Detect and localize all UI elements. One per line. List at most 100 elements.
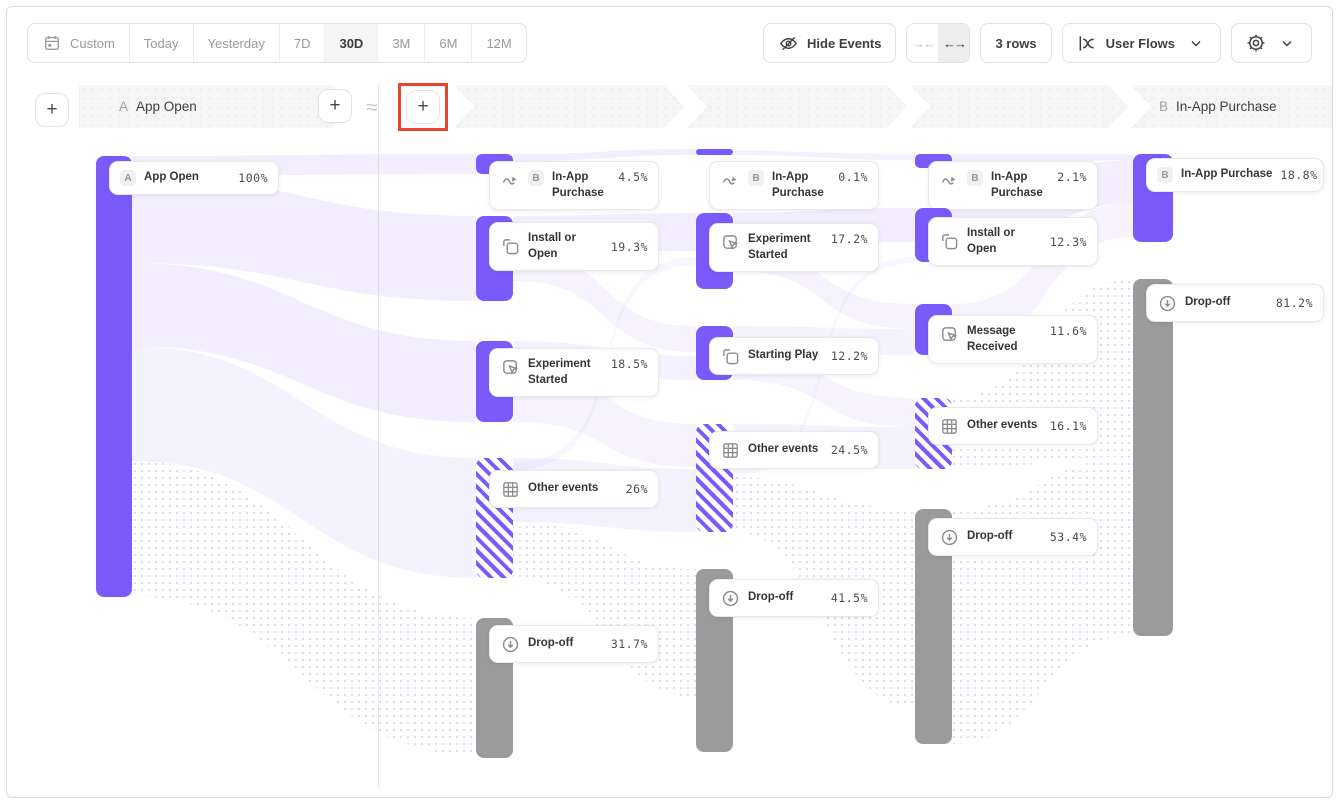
node-label: In-App Purchase	[1181, 167, 1272, 183]
node-percent: 100%	[238, 171, 268, 185]
node-bar	[1133, 279, 1173, 636]
flow-node-drop-off[interactable]: Drop-off 41.5%	[696, 569, 896, 752]
node-percent: 26%	[626, 482, 648, 496]
flow-node-in-app-purchase-final[interactable]: B In-App Purchase 18.8%	[1133, 154, 1333, 242]
date-tab-30d[interactable]: 30D	[324, 24, 377, 62]
flow-node-drop-off[interactable]: Drop-off 53.4%	[915, 509, 1115, 744]
node-label: Starting Play	[748, 348, 823, 364]
flow-node-in-app-purchase[interactable]: B In-App Purchase 0.1%	[696, 149, 896, 214]
trend-arrow-icon	[939, 170, 959, 190]
view-selector-label: User Flows	[1106, 36, 1175, 51]
trend-arrow-icon	[500, 170, 520, 190]
flow-node-drop-off-final[interactable]: Drop-off 81.2%	[1133, 279, 1333, 636]
rows-button[interactable]: 3 rows	[980, 23, 1051, 63]
node-percent: 18.5%	[611, 357, 648, 371]
add-step-after-a-button[interactable]: +	[318, 89, 352, 123]
node-percent: 41.5%	[831, 591, 868, 605]
add-step-before-button[interactable]: +	[35, 93, 69, 127]
node-percent: 17.2%	[831, 232, 868, 246]
node-label: Drop-off	[967, 529, 1042, 545]
node-bar	[96, 156, 132, 597]
flow-node-other-events[interactable]: Other events 26%	[476, 458, 676, 578]
toolbar: Custom Today Yesterday 7D 30D 3M 6M 12M …	[27, 24, 1312, 62]
node-card: Other events 16.1%	[928, 407, 1098, 445]
section-divider	[378, 85, 379, 787]
node-card: Drop-off 53.4%	[928, 518, 1098, 556]
step-band-in-app-purchase[interactable]: B In-App Purchase	[1131, 85, 1333, 128]
step-letter-badge: B	[1157, 167, 1173, 183]
date-tab-yesterday[interactable]: Yesterday	[193, 24, 279, 62]
settings-button[interactable]	[1231, 23, 1312, 63]
date-tab-6m[interactable]: 6M	[424, 24, 471, 62]
node-card: Message Received 11.6%	[928, 315, 1098, 364]
default-event-icon	[500, 237, 520, 257]
node-label: In-App Purchase	[772, 170, 830, 201]
node-card: Install or Open 19.3%	[489, 222, 659, 271]
date-tab-7d[interactable]: 7D	[279, 24, 325, 62]
node-label: Message Received	[967, 324, 1042, 355]
date-range-selector: Custom Today Yesterday 7D 30D 3M 6M 12M	[27, 23, 527, 63]
date-tab-label: Custom	[70, 36, 115, 51]
node-card: Experiment Started 18.5%	[489, 348, 659, 397]
node-percent: 11.6%	[1050, 324, 1087, 338]
step-band-empty-2[interactable]	[687, 85, 907, 128]
step-band-app-open[interactable]: A App Open	[79, 85, 352, 128]
date-tab-today[interactable]: Today	[129, 24, 193, 62]
node-label: Experiment Started	[528, 357, 603, 388]
node-percent: 12.2%	[831, 349, 868, 363]
hide-events-label: Hide Events	[807, 36, 881, 51]
node-percent: 24.5%	[831, 443, 868, 457]
node-card: B In-App Purchase 4.5%	[489, 161, 659, 210]
node-percent: 81.2%	[1276, 296, 1313, 310]
eye-off-icon	[778, 33, 798, 53]
node-percent: 18.8%	[1280, 168, 1317, 182]
date-tab-custom[interactable]: Custom	[28, 24, 129, 62]
flow-node-install-or-open[interactable]: Install or Open 19.3%	[476, 216, 676, 301]
node-label: Install or Open	[528, 231, 603, 262]
collapse-columns-button[interactable]: →←	[907, 24, 938, 62]
grid-icon	[500, 479, 520, 499]
chevron-down-icon	[1277, 33, 1297, 53]
flow-node-experiment-started[interactable]: Experiment Started 18.5%	[476, 341, 676, 422]
node-percent: 4.5%	[618, 170, 648, 184]
step-letter-badge: B	[528, 170, 544, 186]
node-card: B In-App Purchase 2.1%	[928, 161, 1098, 210]
step-label: App Open	[136, 99, 197, 114]
flow-node-starting-play[interactable]: Starting Play 12.2%	[696, 326, 896, 380]
flow-node-other-events[interactable]: Other events 24.5%	[696, 424, 896, 532]
node-percent: 31.7%	[611, 637, 648, 651]
step-band-empty-1[interactable]	[454, 85, 684, 128]
custom-event-icon	[939, 324, 959, 344]
node-card: B In-App Purchase 0.1%	[709, 161, 879, 210]
flows-chart-icon	[1077, 33, 1097, 53]
flow-node-drop-off[interactable]: Drop-off 31.7%	[476, 618, 676, 758]
trend-arrow-icon	[720, 170, 740, 190]
node-label: In-App Purchase	[991, 170, 1049, 201]
flow-node-message-received[interactable]: Message Received 11.6%	[915, 304, 1115, 355]
hide-events-button[interactable]: Hide Events	[763, 23, 896, 63]
drop-off-icon	[939, 527, 959, 547]
step-letter: B	[1159, 99, 1168, 114]
view-selector[interactable]: User Flows	[1062, 23, 1221, 63]
node-label: Drop-off	[528, 636, 603, 652]
grid-icon	[939, 416, 959, 436]
chevron-down-icon	[1186, 33, 1206, 53]
node-percent: 16.1%	[1050, 419, 1087, 433]
date-tab-3m[interactable]: 3M	[377, 24, 424, 62]
default-event-icon	[939, 232, 959, 252]
node-label: App Open	[144, 170, 230, 186]
flow-node-experiment-started[interactable]: Experiment Started 17.2%	[696, 213, 896, 289]
column-width-toggle: →← ←→	[906, 23, 970, 63]
node-card: Experiment Started 17.2%	[709, 223, 879, 272]
step-letter-badge: B	[748, 170, 764, 186]
flow-node-other-events[interactable]: Other events 16.1%	[915, 398, 1115, 469]
flow-node-app-open[interactable]: A App Open 100%	[96, 156, 296, 597]
step-band-empty-3[interactable]	[910, 85, 1128, 128]
date-tab-12m[interactable]: 12M	[471, 24, 525, 62]
node-card: Install or Open 12.3%	[928, 217, 1098, 266]
flow-node-in-app-purchase[interactable]: B In-App Purchase 2.1%	[915, 154, 1115, 214]
flow-node-in-app-purchase[interactable]: B In-App Purchase 4.5%	[476, 154, 676, 214]
approx-symbol: ≈	[366, 96, 378, 119]
flow-node-install-or-open[interactable]: Install or Open 12.3%	[915, 208, 1115, 262]
expand-columns-button[interactable]: ←→	[938, 24, 969, 62]
